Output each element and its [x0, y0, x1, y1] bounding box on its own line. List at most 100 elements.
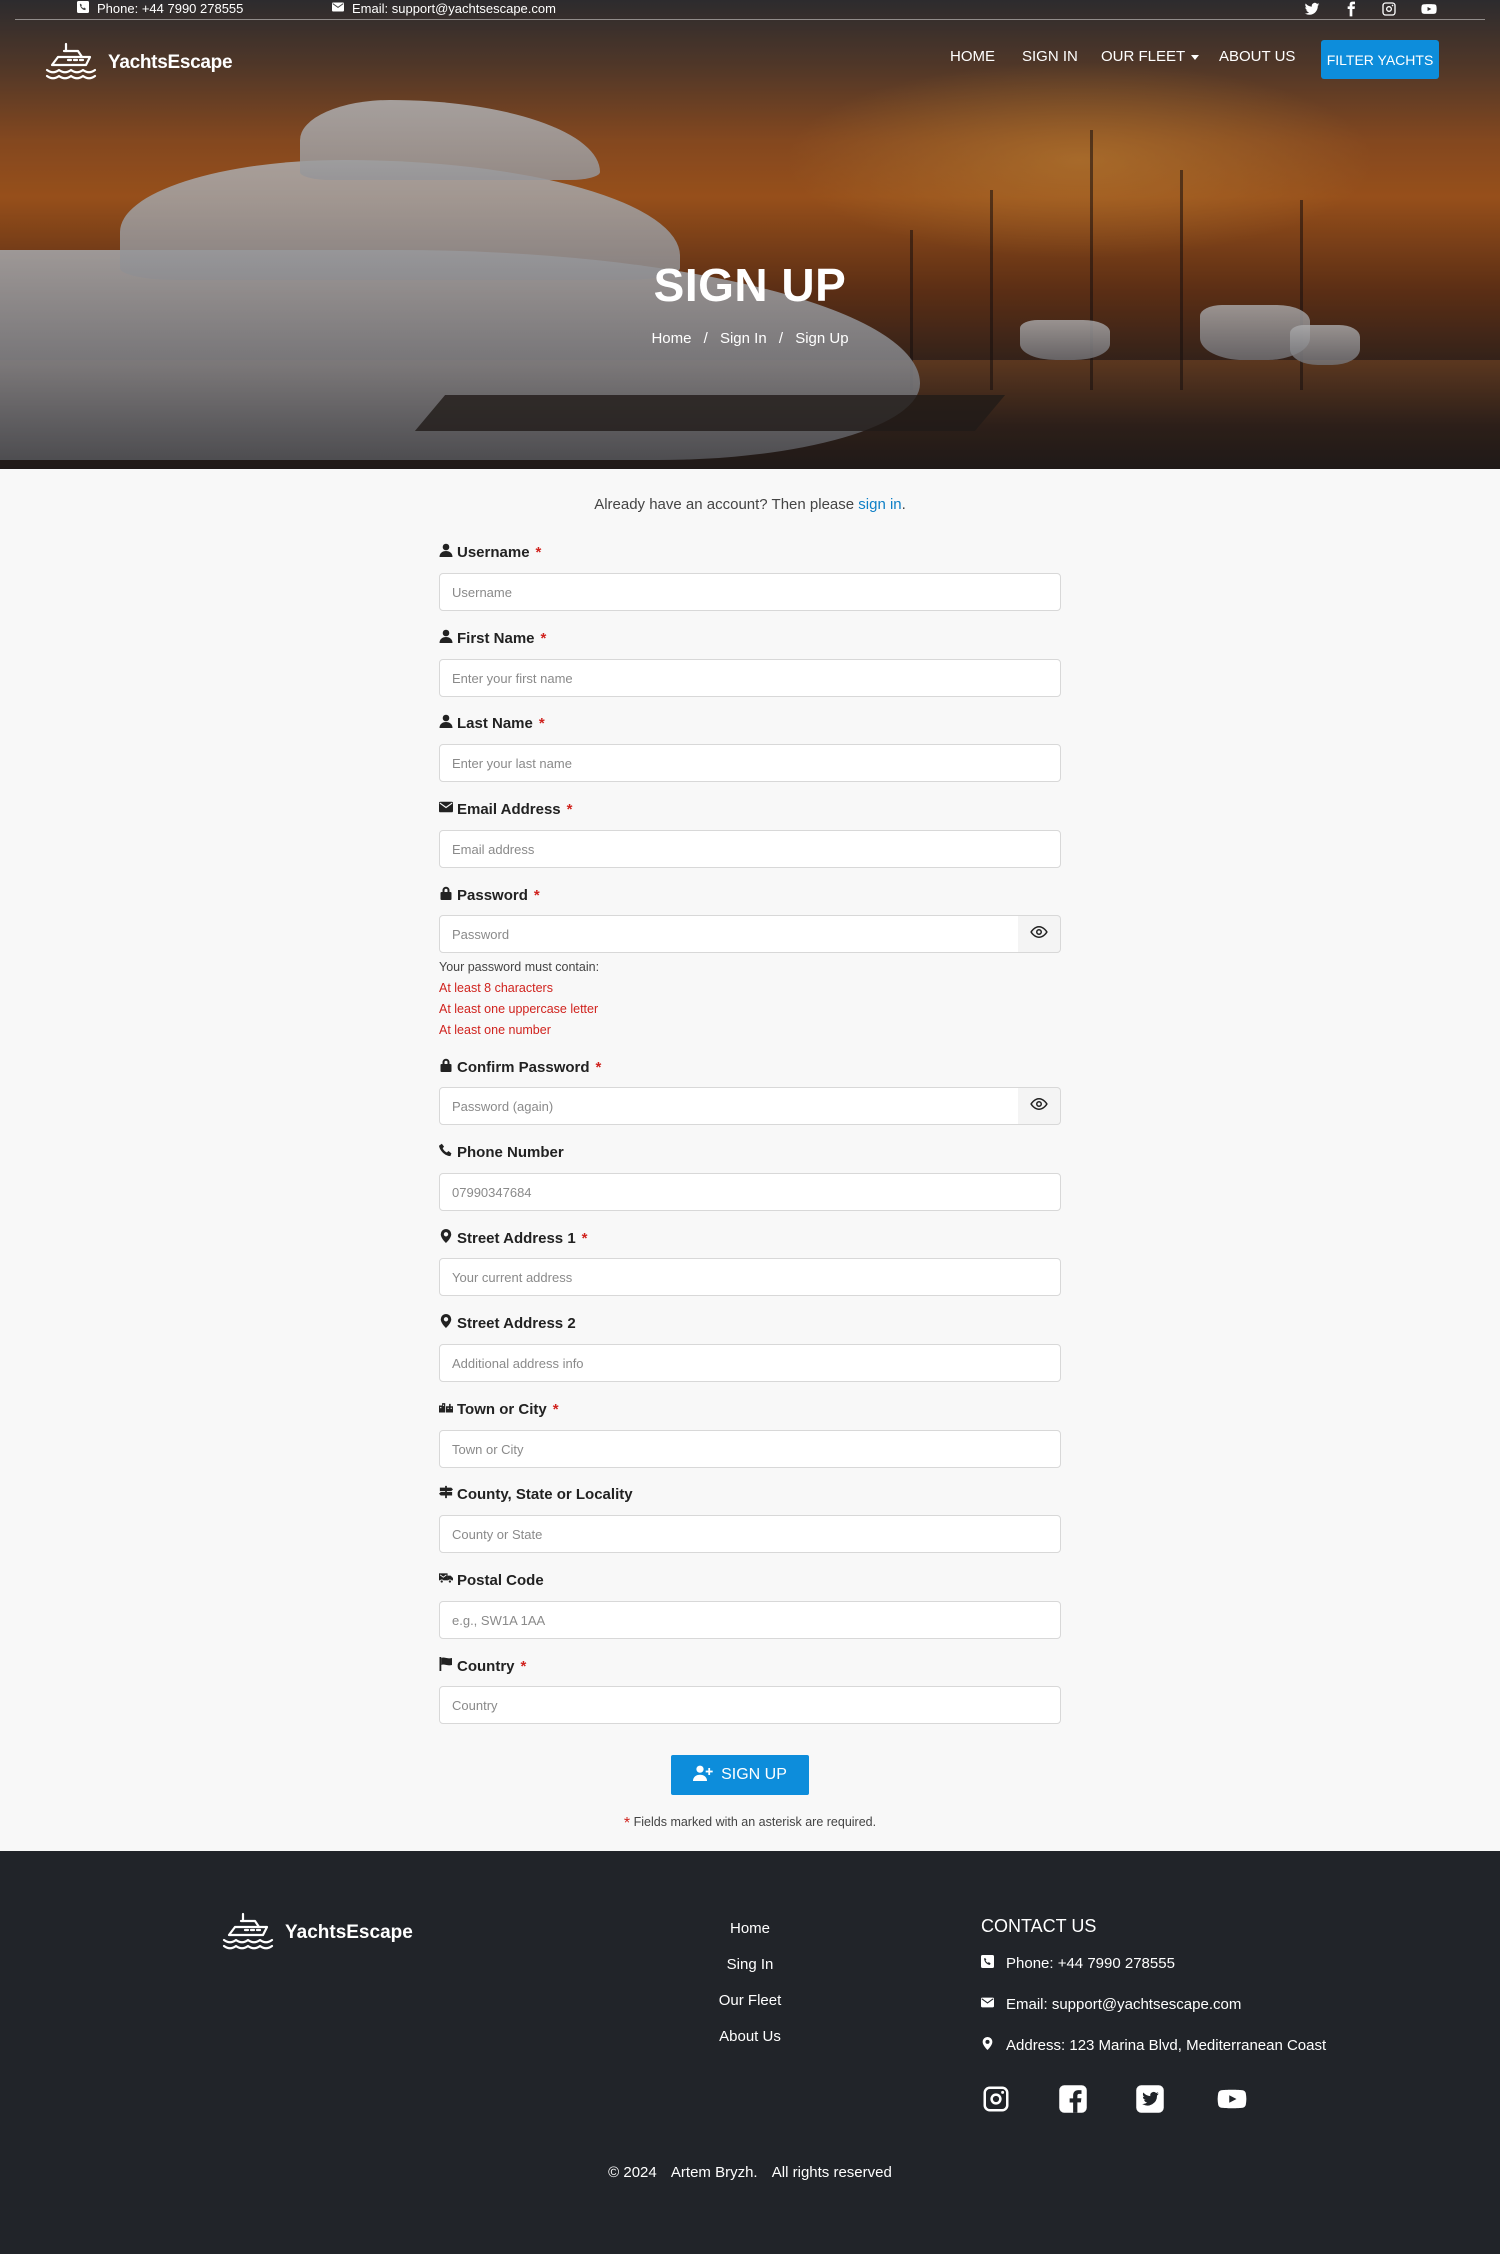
password-input[interactable] [439, 915, 1019, 953]
street2-label: Street Address 2 [439, 1314, 576, 1332]
signin-prompt-text: Already have an account? Then please [594, 496, 855, 513]
breadcrumb-home[interactable]: Home [651, 330, 691, 347]
street1-label-text: Street Address 1 [457, 1229, 576, 1247]
nav-about-us[interactable]: ABOUT US [1219, 48, 1295, 65]
envelope-icon [439, 800, 453, 818]
street1-label: Street Address 1 * [439, 1229, 588, 1247]
country-input[interactable] [439, 1686, 1061, 1724]
last-name-label: Last Name * [439, 714, 545, 732]
footer-email: Email: support@yachtsescape.com [981, 1996, 1241, 2013]
footer-address: Address: 123 Marina Blvd, Mediterranean … [981, 2037, 1326, 2054]
password-rule: At least 8 characters [439, 981, 553, 995]
street1-input[interactable] [439, 1258, 1061, 1296]
page-title: SIGN UP [653, 259, 847, 311]
county-input[interactable] [439, 1515, 1061, 1553]
required-asterisk: * [595, 1058, 602, 1076]
signpost-icon [439, 1485, 453, 1503]
envelope-icon [332, 1, 344, 16]
toggle-confirm-password-visibility[interactable] [1018, 1087, 1061, 1125]
confirm-password-label: Confirm Password * [439, 1058, 601, 1076]
twitter-icon[interactable] [1304, 1, 1320, 17]
twitter-square-icon[interactable] [1135, 2084, 1165, 2114]
postal-input[interactable] [439, 1601, 1061, 1639]
breadcrumb-current: Sign Up [795, 330, 849, 347]
breadcrumb-sign-in[interactable]: Sign In [720, 330, 767, 347]
street2-label-text: Street Address 2 [457, 1314, 576, 1332]
email-field[interactable] [439, 830, 1061, 868]
last-name-input[interactable] [439, 744, 1061, 782]
signin-prompt-end: . [901, 496, 906, 513]
footer-email-text: Email: support@yachtsescape.com [1006, 1996, 1242, 2013]
chevron-down-icon [1191, 54, 1200, 60]
user-plus-icon [693, 1765, 713, 1786]
first-name-label-text: First Name [457, 629, 535, 647]
eye-icon [1030, 1095, 1048, 1118]
brand-logo[interactable]: YachtsEscape [44, 40, 233, 85]
sign-up-button[interactable]: SIGN UP [671, 1755, 809, 1795]
youtube-icon[interactable] [1214, 2084, 1250, 2114]
copyright: © 2024 Artem Bryzh. All rights reserved [0, 2164, 1500, 2181]
copyright-year: © 2024 [608, 2164, 657, 2181]
filter-yachts-button[interactable]: FILTER YACHTS [1321, 40, 1439, 79]
toggle-password-visibility[interactable] [1018, 915, 1061, 953]
required-asterisk: * [581, 1229, 588, 1247]
phone-label: Phone Number [439, 1143, 564, 1161]
facebook-icon[interactable] [1343, 1, 1359, 17]
confirm-password-input[interactable] [439, 1087, 1019, 1125]
nav-our-fleet[interactable]: OUR FLEET [1101, 48, 1200, 65]
contact-topbar: Phone: +44 7990 278555 Email: support@ya… [15, 0, 1485, 20]
required-asterisk: * [566, 800, 573, 818]
signin-link[interactable]: sign in [858, 496, 901, 513]
instagram-icon[interactable] [1381, 1, 1397, 17]
brand-name: YachtsEscape [108, 51, 233, 73]
topbar-email: Email: support@yachtsescape.com [332, 1, 556, 16]
last-name-label-text: Last Name [457, 714, 533, 732]
town-label: Town or City * [439, 1400, 559, 1418]
phone-icon [439, 1143, 453, 1161]
lock-icon [439, 886, 453, 904]
required-fields-note: * Fields marked with an asterisk are req… [0, 1815, 1500, 1833]
signin-prompt: Already have an account? Then please sig… [0, 496, 1500, 513]
postal-label: Postal Code [439, 1571, 544, 1589]
password-label: Password * [439, 886, 540, 904]
footer-link-our-fleet[interactable]: Our Fleet [0, 1992, 1500, 2009]
town-input[interactable] [439, 1430, 1061, 1468]
map-marker-icon [981, 2037, 994, 2054]
footer-address-text: Address: 123 Marina Blvd, Mediterranean … [1006, 2037, 1327, 2054]
facebook-square-icon[interactable] [1058, 2084, 1088, 2114]
username-label-text: Username [457, 543, 530, 561]
first-name-input[interactable] [439, 659, 1061, 697]
password-requirements: Your password must contain: At least 8 c… [439, 957, 599, 1041]
first-name-label: First Name * [439, 629, 546, 647]
street2-input[interactable] [439, 1344, 1061, 1382]
youtube-icon[interactable] [1421, 1, 1437, 17]
user-icon [439, 629, 453, 647]
map-marker-icon [439, 1229, 453, 1247]
username-input[interactable] [439, 573, 1061, 611]
password-rule: At least one uppercase letter [439, 1002, 599, 1016]
breadcrumb: Home / Sign In / Sign Up [0, 330, 1500, 347]
phone-input[interactable] [439, 1173, 1061, 1211]
required-asterisk: * [535, 543, 542, 561]
nav-home[interactable]: HOME [950, 48, 995, 65]
envelope-icon [981, 1996, 994, 2013]
phone-square-icon [77, 1, 89, 16]
footer-phone: Phone: +44 7990 278555 [981, 1955, 1175, 1972]
town-label-text: Town or City [457, 1400, 547, 1418]
topbar-phone: Phone: +44 7990 278555 [77, 1, 243, 16]
footer-link-home[interactable]: Home [0, 1920, 1500, 1937]
required-asterisk: * [552, 1400, 559, 1418]
lock-icon [439, 1058, 453, 1076]
footer-link-sign-in[interactable]: Sing In [0, 1956, 1500, 1973]
flag-icon [439, 1657, 453, 1675]
nav-our-fleet-label: OUR FLEET [1101, 48, 1186, 65]
copyright-author: Artem Bryzh. [670, 2164, 758, 2181]
copyright-rights: All rights reserved [771, 2164, 892, 2181]
county-label: County, State or Locality [439, 1485, 633, 1503]
user-icon [439, 543, 453, 561]
confirm-password-label-text: Confirm Password [457, 1058, 590, 1076]
nav-sign-in[interactable]: SIGN IN [1022, 48, 1078, 65]
instagram-icon[interactable] [981, 2084, 1011, 2114]
topbar-email-text: Email: support@yachtsescape.com [352, 1, 556, 16]
required-fields-note-text: Fields marked with an asterisk are requi… [633, 1815, 877, 1829]
